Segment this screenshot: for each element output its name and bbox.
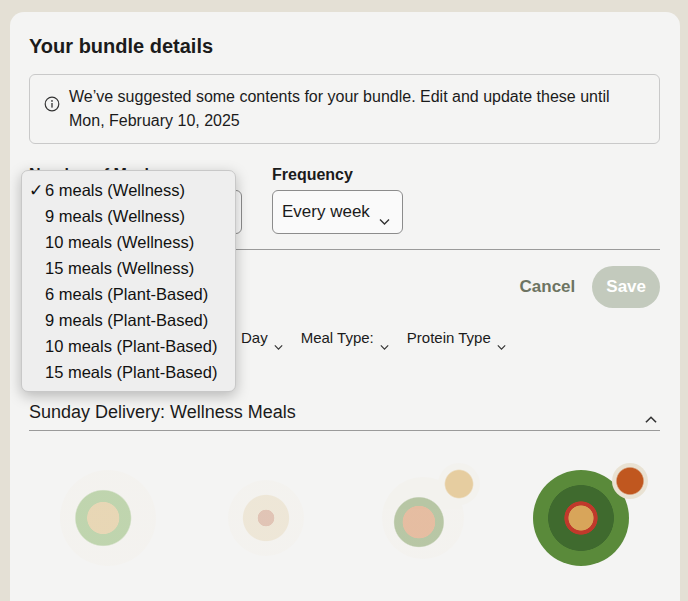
meal-card[interactable] <box>502 463 660 573</box>
option-label: 10 meals (Wellness) <box>45 230 194 255</box>
meal-card[interactable] <box>29 463 187 573</box>
frequency-field: Frequency Every week <box>272 165 403 234</box>
section-title: Sunday Delivery: Wellness Meals <box>29 401 296 423</box>
meal-image <box>228 480 304 556</box>
bundle-fields: Number of Meals✓6 meals (Wellness)9 meal… <box>29 165 660 234</box>
info-icon <box>44 91 60 107</box>
option-label: 9 meals (Wellness) <box>45 204 185 229</box>
meals-option[interactable]: 15 meals (Wellness) <box>22 255 235 281</box>
filter-label: Day <box>241 326 268 350</box>
meal-card[interactable] <box>345 463 503 573</box>
bundle-card: Your bundle details We’ve suggested some … <box>10 12 680 601</box>
filter-label: Meal Type: <box>301 326 374 350</box>
meals-option[interactable]: 9 meals (Plant-Based) <box>22 307 235 333</box>
frequency-label: Frequency <box>272 165 403 185</box>
save-button[interactable]: Save <box>592 266 660 308</box>
cancel-button[interactable]: Cancel <box>518 274 578 300</box>
frequency-select[interactable]: Every week <box>272 190 403 234</box>
meals-option[interactable]: ✓6 meals (Wellness) <box>22 177 235 203</box>
bundle-title: Your bundle details <box>29 34 660 58</box>
filter-dropdown[interactable]: Protein Type <box>407 326 506 350</box>
option-label: 6 meals (Plant-Based) <box>45 282 208 307</box>
meals-option[interactable]: 9 meals (Wellness) <box>22 203 235 229</box>
meals-option[interactable]: 10 meals (Wellness) <box>22 229 235 255</box>
notice-text: We’ve suggested some contents for your b… <box>69 88 610 129</box>
notice-box: We’ve suggested some contents for your b… <box>29 74 660 144</box>
chevron-down-icon <box>379 208 390 216</box>
option-label: 6 meals (Wellness) <box>45 178 185 203</box>
side-dish-image <box>438 463 480 505</box>
meal-card[interactable] <box>187 463 345 573</box>
meal-image <box>60 470 156 566</box>
meals-field: Number of Meals✓6 meals (Wellness)9 meal… <box>29 165 242 234</box>
filter-dropdown[interactable]: Day <box>241 326 283 350</box>
side-dish-image <box>612 463 648 499</box>
option-label: 9 meals (Plant-Based) <box>45 308 208 333</box>
meals-option[interactable]: 15 meals (Plant-Based) <box>22 359 235 385</box>
section-header[interactable]: Sunday Delivery: Wellness Meals <box>29 401 660 431</box>
meals-option[interactable]: 10 meals (Plant-Based) <box>22 333 235 359</box>
option-label: 15 meals (Plant-Based) <box>45 360 217 385</box>
meals-option[interactable]: 6 meals (Plant-Based) <box>22 281 235 307</box>
option-label: 10 meals (Plant-Based) <box>45 334 217 359</box>
meals-menu: ✓6 meals (Wellness)9 meals (Wellness)10 … <box>21 170 236 392</box>
filter-dropdown[interactable]: Meal Type: <box>301 326 389 350</box>
option-label: 15 meals (Wellness) <box>45 256 194 281</box>
check-mark: ✓ <box>22 178 45 203</box>
chevron-up-icon <box>644 408 658 417</box>
meal-grid <box>29 463 660 573</box>
filter-label: Protein Type <box>407 326 491 350</box>
frequency-value: Every week <box>282 199 370 225</box>
